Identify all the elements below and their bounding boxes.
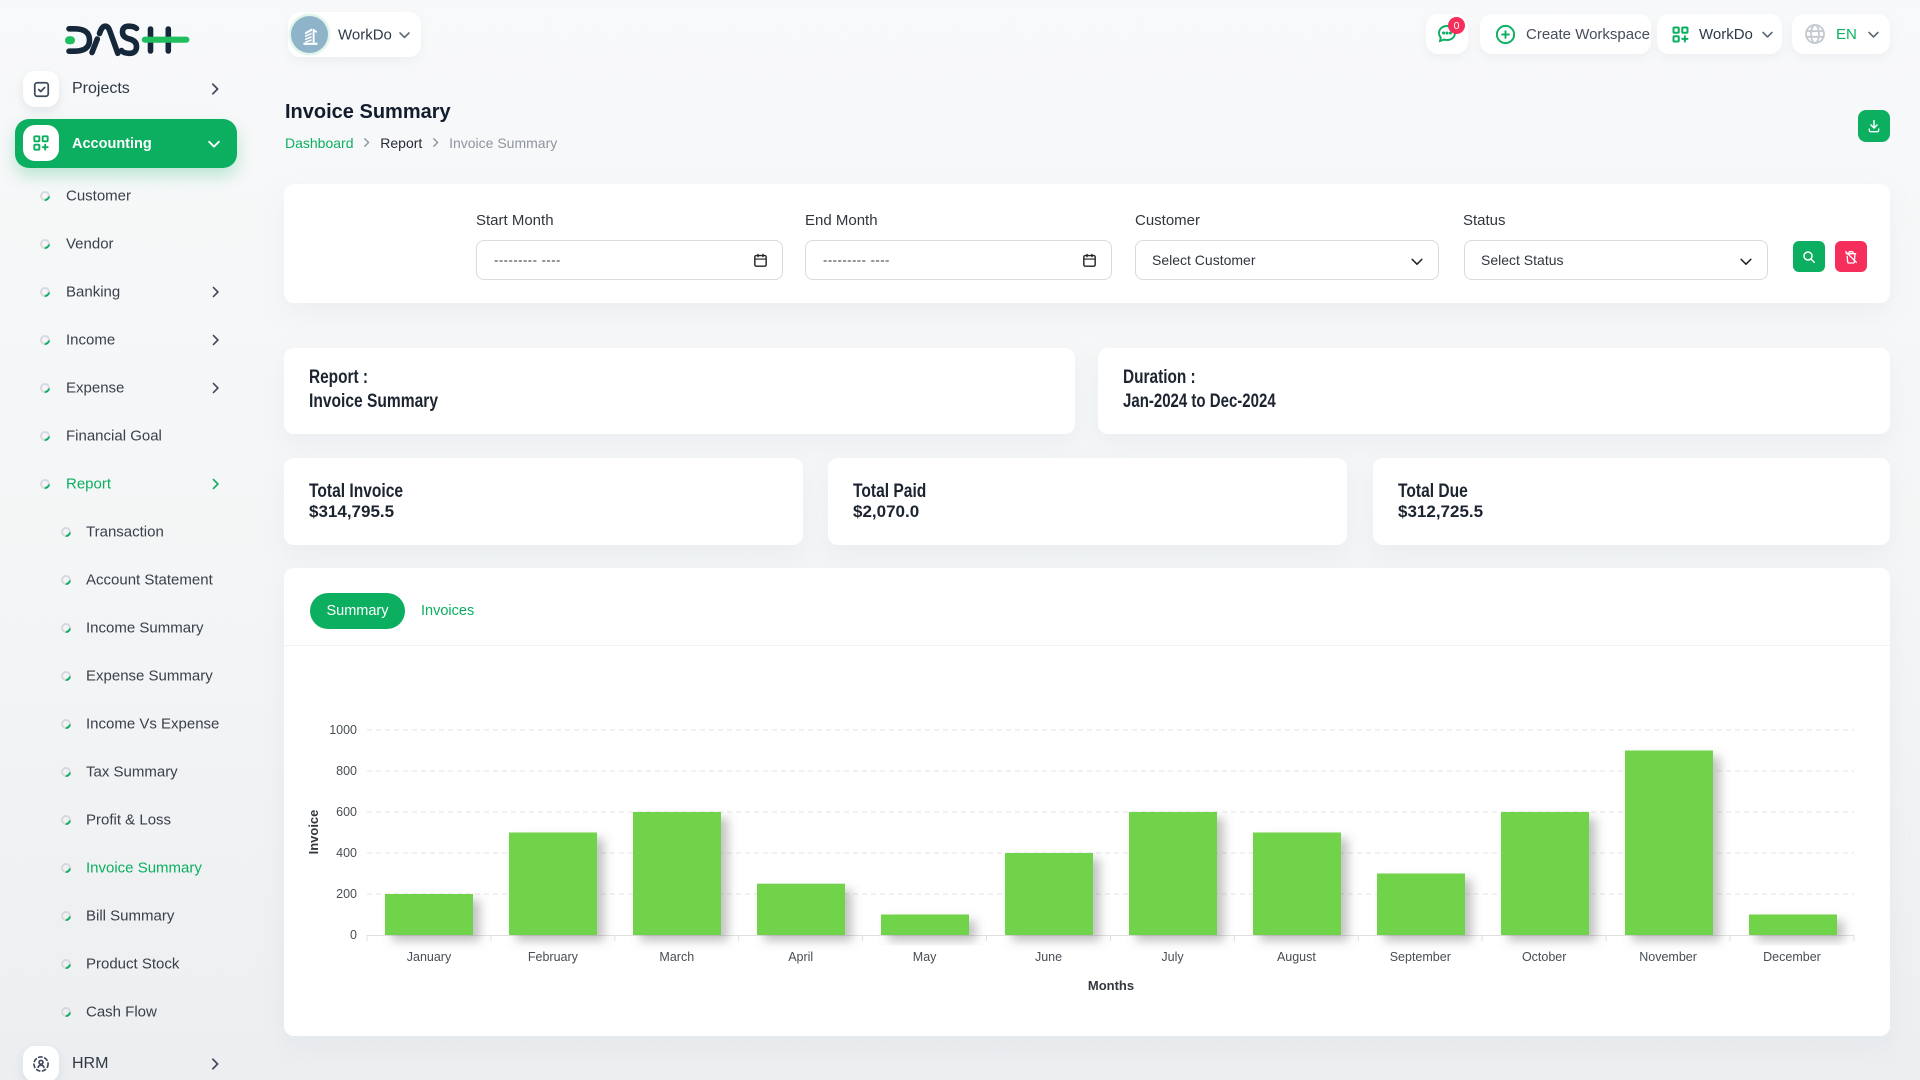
svg-text:Invoice: Invoice xyxy=(306,810,321,855)
svg-text:September: September xyxy=(1390,950,1451,964)
svg-text:June: June xyxy=(1035,950,1062,964)
svg-text:400: 400 xyxy=(336,846,357,860)
svg-text:600: 600 xyxy=(336,805,357,819)
svg-text:January: January xyxy=(407,950,452,964)
svg-text:April: April xyxy=(788,950,813,964)
svg-text:December: December xyxy=(1763,950,1821,964)
svg-text:August: August xyxy=(1277,950,1316,964)
svg-text:800: 800 xyxy=(336,764,357,778)
svg-text:November: November xyxy=(1639,950,1697,964)
svg-text:October: October xyxy=(1522,950,1566,964)
svg-text:1000: 1000 xyxy=(329,723,357,737)
svg-text:February: February xyxy=(528,950,579,964)
svg-text:March: March xyxy=(659,950,694,964)
svg-text:200: 200 xyxy=(336,887,357,901)
svg-text:May: May xyxy=(913,950,937,964)
svg-text:0: 0 xyxy=(350,928,357,942)
svg-text:Months: Months xyxy=(1088,978,1134,993)
svg-text:July: July xyxy=(1161,950,1184,964)
